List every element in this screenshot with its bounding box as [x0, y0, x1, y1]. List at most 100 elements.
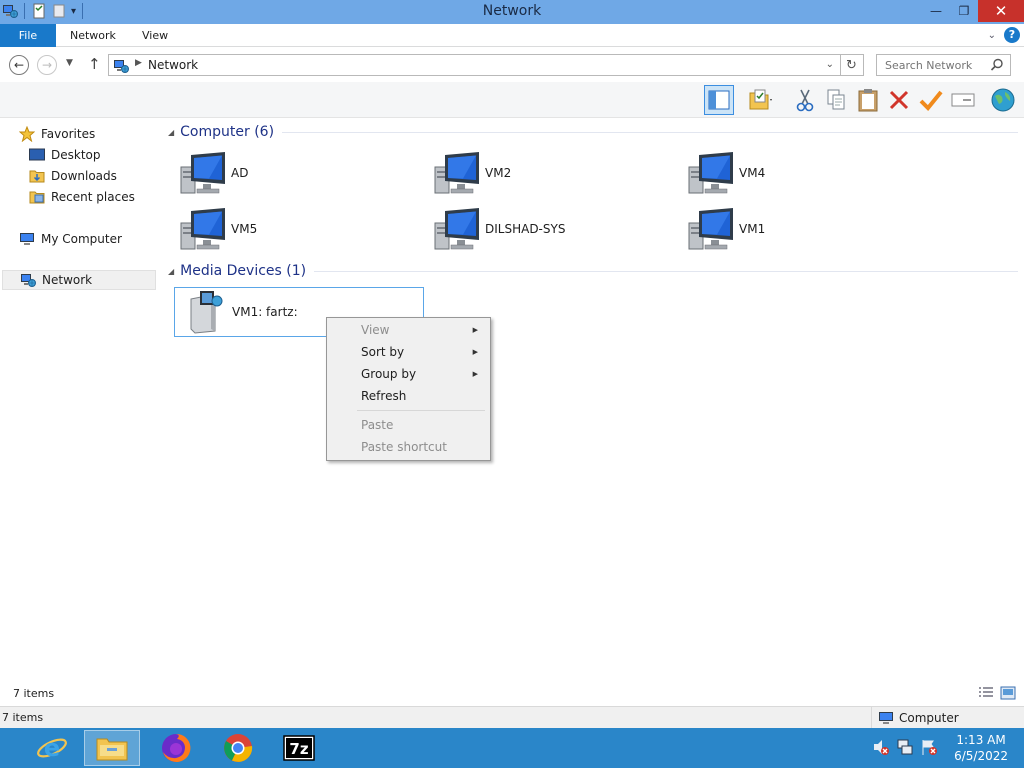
sidebar-item-desktop[interactable]: Desktop	[28, 145, 101, 165]
computer-icon	[178, 151, 228, 195]
recent-locations-icon[interactable]: ▼	[66, 58, 73, 68]
collapse-triangle-icon[interactable]: ◢	[168, 128, 174, 137]
title-bar: ▾ Network — ❐ ✕	[0, 0, 1024, 24]
details-view-icon[interactable]	[978, 686, 994, 700]
chevron-down-icon[interactable]: ⌄	[826, 59, 834, 70]
copy-icon	[827, 89, 845, 110]
tab-network[interactable]: Network	[70, 24, 116, 47]
clock-time: 1:13 AM	[956, 733, 1006, 747]
taskbar-file-explorer[interactable]	[84, 730, 140, 766]
taskbar-clock[interactable]: 1:13 AM 6/5/2022	[954, 732, 1008, 764]
sidebar-item-recent-places[interactable]: Recent places	[28, 187, 135, 207]
search-box[interactable]	[876, 54, 1011, 76]
taskbar-internet-explorer[interactable]: e	[24, 730, 80, 766]
taskbar-7zip[interactable]: 7z	[271, 730, 327, 766]
submenu-arrow-icon: ▶	[472, 348, 478, 356]
network-computer-item[interactable]: VM1	[682, 204, 932, 254]
command-toolbar	[0, 82, 1024, 118]
computer-icon	[178, 207, 228, 251]
tab-file[interactable]: File	[0, 24, 56, 47]
view-switcher	[978, 686, 1016, 700]
help-icon[interactable]: ?	[1004, 27, 1020, 43]
menu-item-paste[interactable]: Paste	[329, 414, 488, 436]
item-label: VM5	[231, 222, 258, 236]
menu-separator	[357, 410, 485, 411]
taskbar-chrome[interactable]	[210, 730, 266, 766]
action-center-flag-icon[interactable]	[920, 738, 938, 756]
arrow-right-icon: →	[41, 58, 53, 72]
zone-indicator: Computer	[871, 707, 1024, 728]
window-status-bar: 7 items Computer	[0, 706, 1024, 728]
breadcrumb-network[interactable]: Network	[148, 58, 198, 72]
paste-button[interactable]	[853, 85, 883, 115]
rename-button[interactable]	[948, 85, 978, 115]
search-icon[interactable]	[990, 58, 1004, 72]
breadcrumb-separator-icon[interactable]: ▶	[135, 58, 142, 68]
group-header-computer[interactable]: ◢ Computer (6)	[168, 124, 1018, 140]
internet-explorer-icon: e	[37, 734, 67, 762]
svg-text:e: e	[44, 734, 60, 762]
delete-button[interactable]	[884, 85, 914, 115]
apply-button[interactable]	[916, 85, 946, 115]
menu-item-sort-by[interactable]: Sort by ▶	[329, 341, 488, 363]
sidebar-item-my-computer[interactable]: My Computer	[18, 229, 122, 249]
collapse-triangle-icon[interactable]: ◢	[168, 267, 174, 276]
folder-options-button[interactable]	[741, 85, 781, 115]
file-explorer-icon	[96, 738, 128, 761]
menu-item-label: Paste	[361, 418, 394, 432]
group-header-media-devices[interactable]: ◢ Media Devices (1)	[168, 263, 1018, 279]
expand-ribbon-icon[interactable]: ⌄	[988, 30, 996, 41]
up-arrow-icon[interactable]: ↑	[88, 55, 101, 73]
item-label: AD	[231, 166, 249, 180]
back-button[interactable]: ←	[9, 55, 29, 75]
network-computer-item[interactable]: VM2	[428, 148, 678, 198]
copy-button[interactable]	[821, 85, 851, 115]
menu-item-label: View	[361, 323, 390, 337]
close-button[interactable]: ✕	[978, 0, 1024, 22]
item-label: VM1: fartz:	[232, 305, 298, 319]
network-computer-item[interactable]: VM5	[174, 204, 424, 254]
sidebar-item-downloads[interactable]: Downloads	[28, 166, 117, 186]
restore-button[interactable]: ❐	[950, 0, 978, 22]
sidebar-item-favorites[interactable]: Favorites	[18, 124, 95, 144]
globe-icon	[991, 88, 1015, 112]
folder-check-icon	[749, 89, 772, 110]
desktop-icon	[28, 147, 46, 163]
network-computer-item[interactable]: DILSHAD-SYS	[428, 204, 678, 254]
large-icons-view-icon[interactable]	[1000, 686, 1016, 700]
taskbar: e 7z 1:13 AM 6/5/2022	[0, 728, 1024, 768]
menu-item-view[interactable]: View ▶	[329, 319, 488, 341]
tab-view[interactable]: View	[142, 24, 168, 47]
preview-pane-button[interactable]	[704, 85, 734, 115]
cut-button[interactable]	[790, 85, 820, 115]
menu-item-paste-shortcut[interactable]: Paste shortcut	[329, 436, 488, 458]
computer-icon	[686, 207, 736, 251]
minimize-button[interactable]: —	[922, 0, 950, 22]
refresh-button[interactable]: ↻	[840, 54, 864, 76]
arrow-left-icon: ←	[13, 58, 25, 72]
address-bar[interactable]: ▶ Network ⌄	[108, 54, 841, 76]
submenu-arrow-icon: ▶	[472, 370, 478, 378]
checkmark-icon	[919, 90, 943, 111]
network-computer-item[interactable]: VM4	[682, 148, 932, 198]
menu-item-label: Sort by	[361, 345, 405, 359]
menu-item-label: Refresh	[361, 389, 407, 403]
menu-item-group-by[interactable]: Group by ▶	[329, 363, 488, 385]
network-status-icon[interactable]	[896, 738, 914, 756]
group-divider	[282, 131, 1018, 133]
network-globe-button[interactable]	[988, 85, 1018, 115]
downloads-folder-icon	[28, 168, 46, 184]
taskbar-firefox[interactable]	[148, 730, 204, 766]
menu-item-refresh[interactable]: Refresh	[329, 385, 488, 407]
group-header-label: Computer (6)	[180, 124, 275, 140]
scissors-icon	[796, 89, 814, 112]
computer-icon	[686, 151, 736, 195]
network-computer-item[interactable]: AD	[174, 148, 424, 198]
network-icon	[113, 58, 129, 74]
sidebar-item-network[interactable]: Network	[2, 270, 156, 290]
search-input[interactable]	[877, 55, 987, 75]
speaker-muted-icon[interactable]	[872, 738, 890, 756]
computer-icon	[432, 151, 482, 195]
network-icon	[19, 272, 37, 288]
forward-button[interactable]: →	[37, 55, 57, 75]
